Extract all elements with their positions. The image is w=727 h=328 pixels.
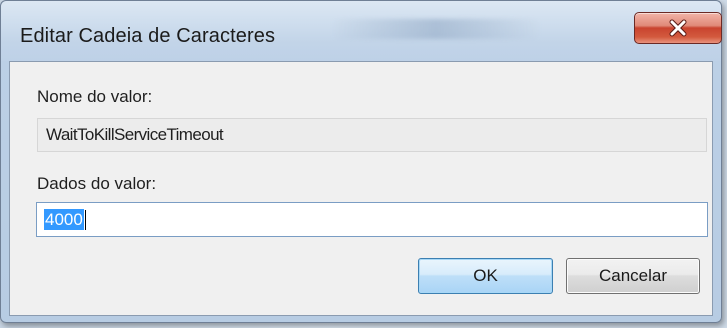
- value-data-input[interactable]: 4000: [36, 202, 708, 237]
- value-name-label: Nome do valor:: [37, 87, 153, 106]
- close-button[interactable]: [634, 12, 722, 44]
- cancel-button-label: Cancelar: [598, 266, 668, 285]
- value-data-label: Dados do valor:: [37, 174, 157, 193]
- background-glass-reflection: [331, 19, 541, 39]
- value-data-selected-text: 4000: [44, 209, 84, 230]
- desktop-background: Editar Cadeia de Caracteres Nome do valo…: [0, 0, 727, 328]
- value-name-text: WaitToKillServiceTimeout: [46, 125, 224, 144]
- ok-button-label: OK: [473, 266, 498, 285]
- text-caret: [84, 209, 86, 230]
- close-icon: [669, 19, 687, 37]
- title-bar[interactable]: Editar Cadeia de Caracteres: [1, 1, 722, 61]
- value-name-field: WaitToKillServiceTimeout: [37, 118, 707, 152]
- ok-button[interactable]: OK: [418, 258, 553, 294]
- dialog-body: Nome do valor: WaitToKillServiceTimeout …: [9, 61, 713, 316]
- cancel-button[interactable]: Cancelar: [566, 258, 700, 294]
- edit-string-dialog: Editar Cadeia de Caracteres Nome do valo…: [0, 0, 722, 323]
- dialog-title: Editar Cadeia de Caracteres: [20, 25, 276, 47]
